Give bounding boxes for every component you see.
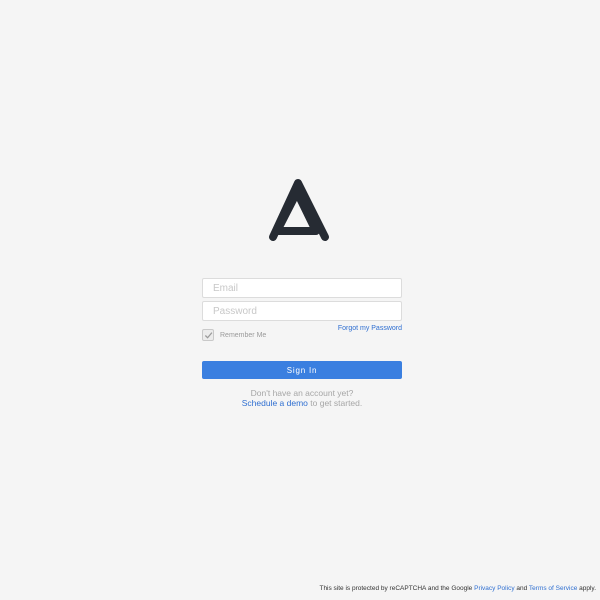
recaptcha-notice: This site is protected by reCAPTCHA and … xyxy=(319,585,596,592)
password-field[interactable] xyxy=(202,301,402,321)
get-started-text: to get started. xyxy=(307,398,363,408)
footer-text-and: and xyxy=(514,585,529,592)
login-page: Forgot my Password Remember Me Sign In D… xyxy=(0,0,600,600)
sign-in-button[interactable]: Sign In xyxy=(202,361,402,379)
email-field[interactable] xyxy=(202,278,402,298)
signup-prompt: Don't have an account yet? Schedule a de… xyxy=(202,388,402,408)
footer-text-after: apply. xyxy=(577,585,596,592)
login-options: Forgot my Password Remember Me xyxy=(202,321,402,349)
privacy-policy-link[interactable]: Privacy Policy xyxy=(474,585,514,592)
footer-text-before: This site is protected by reCAPTCHA and … xyxy=(319,585,475,592)
no-account-text: Don't have an account yet? xyxy=(250,388,354,398)
forgot-password-link[interactable]: Forgot my Password xyxy=(338,325,402,332)
remember-me-checkbox[interactable]: Remember Me xyxy=(202,329,266,341)
terms-of-service-link[interactable]: Terms of Service xyxy=(529,585,577,592)
schedule-demo-link[interactable]: Schedule a demo xyxy=(242,398,308,408)
triangle-logo-icon xyxy=(269,179,329,241)
login-form: Forgot my Password Remember Me Sign In D… xyxy=(202,278,402,408)
checkbox-check-icon[interactable] xyxy=(202,329,214,341)
remember-me-label: Remember Me xyxy=(220,331,267,339)
